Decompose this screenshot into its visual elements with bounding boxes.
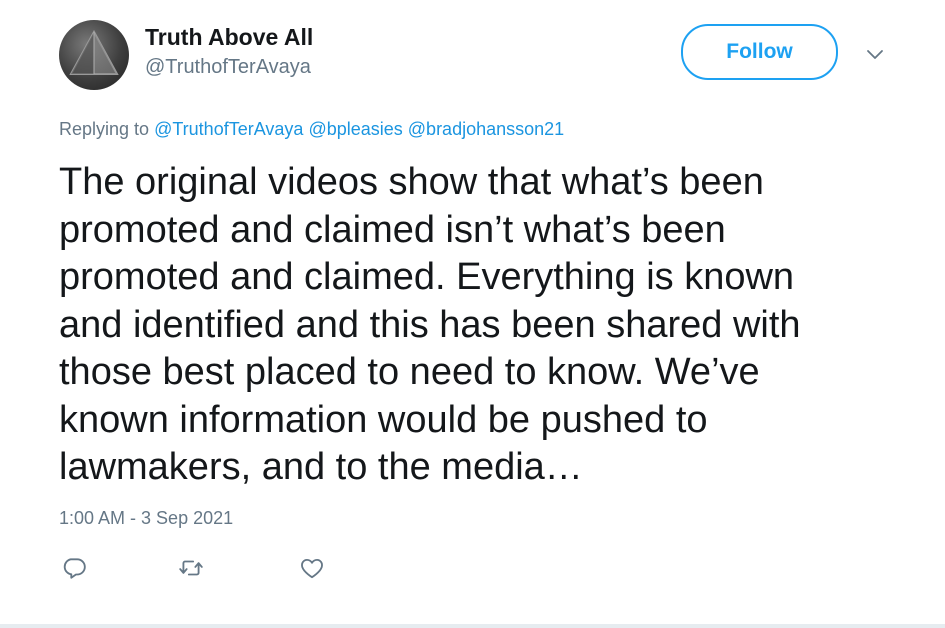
tweet-card: Truth Above All @TruthofTerAvaya Follow …	[0, 0, 945, 628]
follow-button[interactable]: Follow	[681, 24, 838, 80]
avatar[interactable]	[59, 20, 129, 90]
tweet-text-line: The original videos show that what’s bee…	[59, 161, 764, 203]
like-icon[interactable]	[299, 555, 325, 581]
tweet-text: The original videos show that what’s bee…	[59, 159, 909, 492]
mention-link[interactable]: @TruthofTerAvaya	[154, 119, 303, 139]
tweet-text-line: promoted and claimed. Everything is know…	[59, 256, 795, 298]
author-handle[interactable]: @TruthofTerAvaya	[145, 56, 311, 79]
reply-icon[interactable]	[61, 555, 87, 581]
tweet-text-line: those best placed to need to know. We’ve	[59, 351, 760, 393]
tweet-text-line: lawmakers, and to the media…	[59, 446, 583, 488]
tweet-timestamp[interactable]: 1:00 AM - 3 Sep 2021	[59, 508, 233, 529]
tweet-text-line: promoted and claimed isn’t what’s been	[59, 208, 726, 251]
author-display-name[interactable]: Truth Above All	[145, 24, 313, 51]
mention-link[interactable]: @bpleasies	[308, 119, 402, 139]
chevron-down-icon[interactable]	[863, 42, 887, 66]
retweet-icon[interactable]	[178, 555, 204, 581]
reply-context: Replying to @TruthofTerAvaya @bpleasies …	[59, 119, 564, 140]
avatar-pyramid-icon	[69, 29, 119, 75]
divider	[0, 624, 945, 628]
tweet-text-line: and identified and this has been shared …	[59, 303, 801, 346]
tweet-text-line: known information would be pushed to	[59, 398, 708, 441]
mention-link[interactable]: @bradjohansson21	[408, 119, 564, 139]
reply-context-prefix: Replying to	[59, 119, 150, 139]
